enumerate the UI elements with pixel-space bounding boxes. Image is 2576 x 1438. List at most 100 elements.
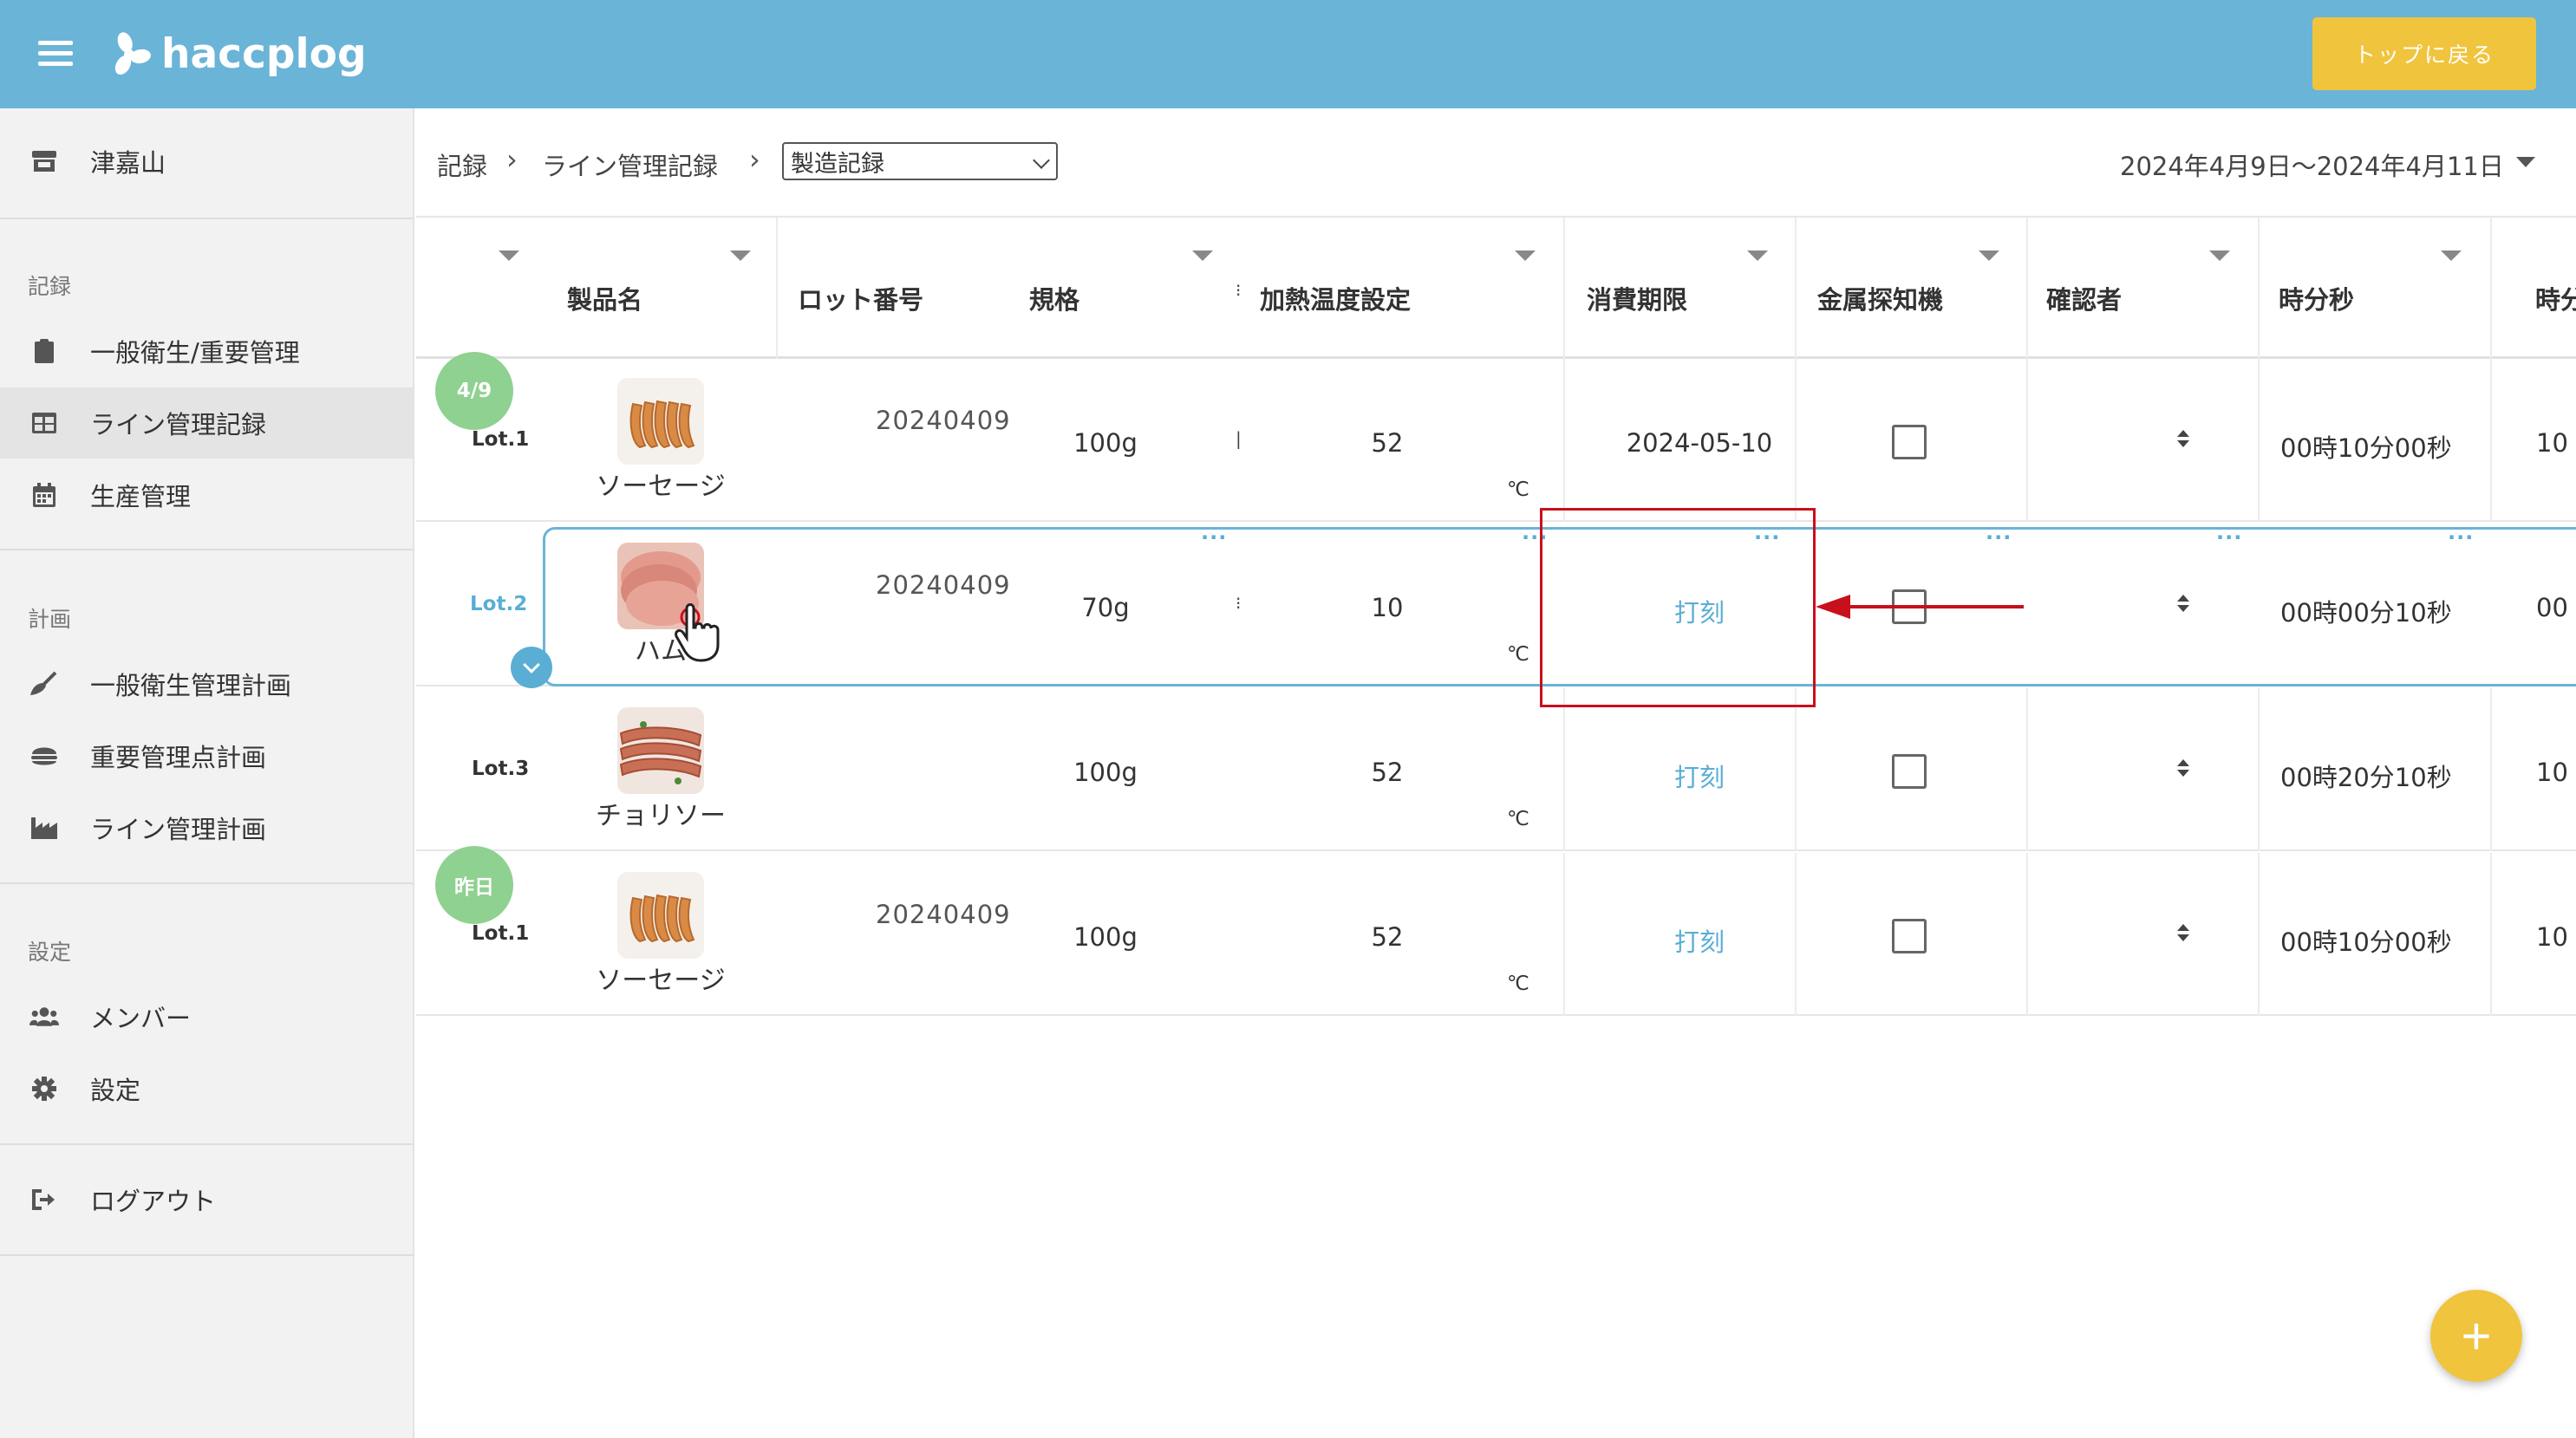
sidebar-item-general-plan[interactable]: 一般衛生管理計画 bbox=[0, 648, 413, 719]
column-divider bbox=[2026, 853, 2028, 1016]
column-header-hms2[interactable]: 時分 bbox=[2535, 280, 2576, 316]
lot-number[interactable]: 20240409 bbox=[876, 900, 1018, 929]
spec-value[interactable]: 100g bbox=[1023, 758, 1188, 787]
column-menu-icon[interactable] bbox=[1192, 251, 1213, 261]
sidebar-item-settings[interactable]: 設定 bbox=[0, 1053, 413, 1124]
heat-temp-value[interactable]: 52 bbox=[1335, 758, 1439, 787]
column-header-product[interactable]: 製品名 bbox=[567, 280, 642, 316]
column-divider bbox=[1795, 853, 1797, 1016]
lot-number[interactable]: 20240409 bbox=[876, 570, 1018, 600]
sidebar-item-general-hygiene[interactable]: 一般衛生/重要管理 bbox=[0, 316, 413, 387]
cell-more-icon[interactable]: ··· bbox=[2216, 525, 2242, 550]
column-menu-icon[interactable] bbox=[730, 251, 751, 261]
column-divider bbox=[1563, 218, 1565, 359]
product-name: ソーセージ bbox=[596, 966, 726, 996]
checker-select-arrows-icon[interactable] bbox=[2176, 758, 2190, 780]
expiry-stamp-button[interactable]: 打刻 bbox=[1569, 922, 1829, 959]
back-to-top-button[interactable]: トップに戻る bbox=[2312, 17, 2536, 90]
column-header-expiry[interactable]: 消費期限 bbox=[1587, 280, 1687, 316]
table-row[interactable]: Lot.3 チョリソー 100g 52 ℃ 打刻 00時20分10秒 10 bbox=[416, 688, 2576, 851]
sidebar-item-ccp-plan[interactable]: 重要管理点計画 bbox=[0, 720, 413, 791]
checker-select-arrows-icon[interactable] bbox=[2176, 922, 2190, 945]
hms-value[interactable]: 00時10分00秒 bbox=[2280, 922, 2452, 959]
sidebar-item-logout[interactable]: ログアウト bbox=[0, 1164, 413, 1235]
cell-handle: ⁝ bbox=[1236, 593, 1242, 614]
lot-label: Lot.3 bbox=[472, 758, 530, 780]
product-image-sausage bbox=[617, 872, 704, 959]
sidebar-store[interactable]: 津嘉山 bbox=[0, 126, 413, 197]
hms2-value[interactable]: 10 bbox=[2536, 922, 2568, 952]
logo-text: haccplog bbox=[161, 29, 367, 78]
cell-more-icon[interactable]: ··· bbox=[1754, 525, 1780, 550]
column-divider bbox=[2490, 853, 2492, 1016]
product-image-sausage bbox=[617, 378, 704, 465]
cell-more-icon[interactable]: ··· bbox=[1522, 525, 1548, 550]
date-range-selector[interactable]: 2024年4月9日〜2024年4月11日 bbox=[2120, 146, 2504, 183]
hms2-value[interactable]: 00 bbox=[2536, 593, 2568, 622]
menu-icon[interactable] bbox=[38, 38, 73, 68]
sidebar-item-members[interactable]: メンバー bbox=[0, 981, 413, 1052]
column-menu-icon[interactable] bbox=[1515, 251, 1536, 261]
column-menu-icon[interactable] bbox=[2209, 251, 2230, 261]
metal-detector-checkbox[interactable] bbox=[1892, 919, 1927, 953]
lot-number[interactable]: 20240409 bbox=[876, 406, 1018, 435]
breadcrumb-line-records[interactable]: ライン管理記録 bbox=[542, 146, 718, 183]
record-type-select[interactable]: 製造記録 bbox=[782, 142, 1058, 180]
breadcrumb-records[interactable]: 記録 bbox=[437, 146, 487, 183]
column-divider bbox=[2026, 359, 2028, 522]
add-record-button[interactable]: + bbox=[2430, 1290, 2522, 1382]
section-label-records: 記録 bbox=[28, 274, 72, 299]
app-logo[interactable]: haccplog bbox=[106, 24, 367, 83]
heat-temp-value[interactable]: 10 bbox=[1335, 593, 1439, 622]
cell-more-icon[interactable]: ··· bbox=[2448, 525, 2474, 550]
column-divider bbox=[1563, 688, 1565, 851]
sidebar-divider bbox=[0, 1143, 413, 1145]
hms-value[interactable]: 00時00分10秒 bbox=[2280, 593, 2452, 629]
cell-more-icon[interactable]: ··· bbox=[1986, 525, 2012, 550]
column-header-hms[interactable]: 時分秒 bbox=[2279, 280, 2354, 316]
spec-value[interactable]: 70g bbox=[1023, 593, 1188, 622]
column-header-checker[interactable]: 確認者 bbox=[2046, 280, 2122, 316]
table-row[interactable]: 昨日 Lot.1 ソーセージ 20240409 100g 52 ℃ 打刻 00時… bbox=[416, 846, 2576, 1016]
expiry-stamp-button[interactable]: 打刻 bbox=[1569, 758, 1829, 794]
sidebar-item-label: 重要管理点計画 bbox=[90, 743, 267, 772]
sidebar-divider bbox=[0, 549, 413, 550]
column-menu-icon[interactable] bbox=[1747, 251, 1768, 261]
hms-value[interactable]: 00時20分10秒 bbox=[2280, 758, 2452, 794]
column-header-heat-temp[interactable]: 加熱温度設定 bbox=[1260, 280, 1411, 316]
metal-detector-checkbox[interactable] bbox=[1892, 589, 1927, 624]
cell-more-icon[interactable]: ··· bbox=[1201, 525, 1227, 550]
sidebar-item-label: 一般衛生/重要管理 bbox=[90, 338, 300, 368]
sidebar-item-line-records[interactable]: ライン管理記録 bbox=[0, 387, 413, 459]
hms2-value[interactable]: 10 bbox=[2536, 758, 2568, 787]
sidebar-item-line-plan[interactable]: ライン管理計画 bbox=[0, 792, 413, 863]
column-header-lot-number[interactable]: ロット番号 bbox=[798, 280, 923, 316]
checker-select-arrows-icon[interactable] bbox=[2176, 428, 2190, 451]
column-header-spec[interactable]: 規格 bbox=[1029, 280, 1079, 316]
expand-row-toggle[interactable] bbox=[511, 647, 552, 688]
column-resize-handle[interactable]: ⁝ bbox=[1236, 280, 1242, 301]
expiry-stamp-button[interactable]: 打刻 bbox=[1569, 593, 1829, 629]
heat-temp-value[interactable]: 52 bbox=[1335, 922, 1439, 952]
chevron-down-icon bbox=[1033, 152, 1050, 169]
app-header: haccplog トップに戻る bbox=[0, 0, 2576, 108]
hms2-value[interactable]: 10 bbox=[2536, 428, 2568, 458]
caret-down-icon[interactable] bbox=[2516, 157, 2535, 167]
column-menu-icon[interactable] bbox=[1979, 251, 1999, 261]
column-divider bbox=[2490, 359, 2492, 522]
metal-detector-checkbox[interactable] bbox=[1892, 425, 1927, 459]
table-row[interactable]: 4/9 Lot.1 ソーセージ 20240409 100g | 52 ℃ 202… bbox=[416, 352, 2576, 522]
column-header-metal-detector[interactable]: 金属探知機 bbox=[1817, 280, 1943, 316]
column-menu-icon[interactable] bbox=[2441, 251, 2462, 261]
column-menu-icon[interactable] bbox=[499, 251, 519, 261]
sidebar-item-production[interactable]: 生産管理 bbox=[0, 459, 413, 530]
expiry-value[interactable]: 2024-05-10 bbox=[1569, 428, 1829, 458]
metal-detector-checkbox[interactable] bbox=[1892, 754, 1927, 789]
spec-value[interactable]: 100g bbox=[1023, 922, 1188, 952]
checker-select-arrows-icon[interactable] bbox=[2176, 593, 2190, 615]
heat-temp-value[interactable]: 52 bbox=[1335, 428, 1439, 458]
hms-value[interactable]: 00時10分00秒 bbox=[2280, 428, 2452, 465]
spec-value[interactable]: 100g bbox=[1023, 428, 1188, 458]
table-row-selected[interactable]: Lot.2 ハム 20240409 70g ⁝ 10 ℃ 打刻 00時00分10… bbox=[416, 524, 2576, 686]
sidebar-divider bbox=[0, 218, 413, 219]
